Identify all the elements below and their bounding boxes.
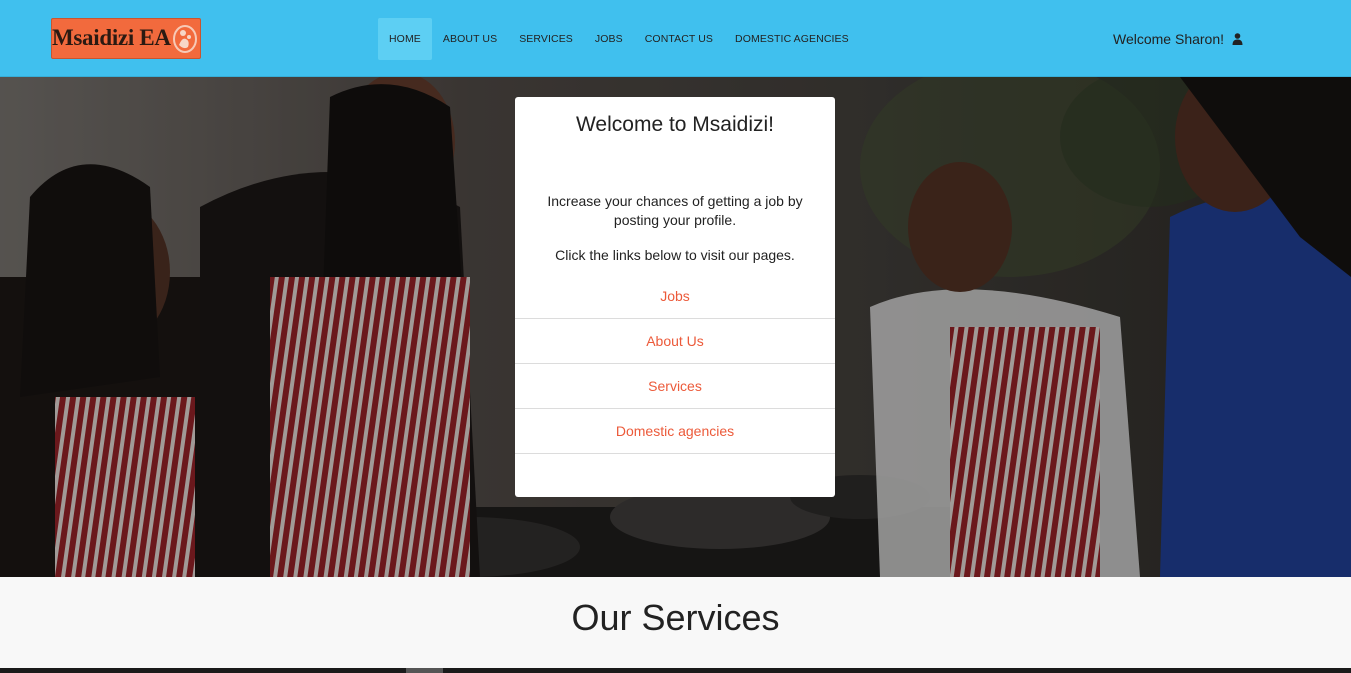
logo-mark-icon [173, 25, 197, 53]
nav-services[interactable]: SERVICES [508, 18, 584, 60]
bottom-divider [0, 668, 1351, 673]
user-welcome-text: Welcome Sharon! [1113, 31, 1225, 47]
card-link-jobs[interactable]: Jobs [515, 274, 835, 319]
nav-about-us[interactable]: ABOUT US [432, 18, 508, 60]
bottom-divider-segment [406, 668, 443, 673]
nav-contact-us[interactable]: CONTACT US [634, 18, 724, 60]
main-nav: HOME ABOUT US SERVICES JOBS CONTACT US D… [378, 18, 860, 60]
welcome-card: Welcome to Msaidizi! Increase your chanc… [515, 97, 835, 497]
card-link-list: Jobs About Us Services Domestic agencies [515, 274, 835, 454]
card-link-services[interactable]: Services [515, 364, 835, 409]
card-link-domestic-agencies[interactable]: Domestic agencies [515, 409, 835, 454]
card-intro-text: Increase your chances of getting a job b… [547, 193, 803, 228]
logo-text: Msaidizi EA [52, 25, 171, 50]
nav-jobs[interactable]: JOBS [584, 18, 634, 60]
nav-domestic-agencies[interactable]: DOMESTIC AGENCIES [724, 18, 860, 60]
brand-logo[interactable]: Msaidizi EA [51, 18, 201, 59]
nav-home[interactable]: HOME [378, 18, 432, 60]
card-instruction-text: Click the links below to visit our pages… [555, 247, 795, 263]
services-heading: Our Services [571, 597, 780, 638]
user-welcome[interactable]: Welcome Sharon! [1113, 31, 1243, 47]
user-icon [1232, 33, 1243, 45]
top-navbar: Msaidizi EA HOME ABOUT US SERVICES JOBS … [0, 0, 1351, 77]
services-section: Our Services [0, 577, 1351, 668]
card-link-about-us[interactable]: About Us [515, 319, 835, 364]
card-title: Welcome to Msaidizi! [575, 113, 774, 136]
